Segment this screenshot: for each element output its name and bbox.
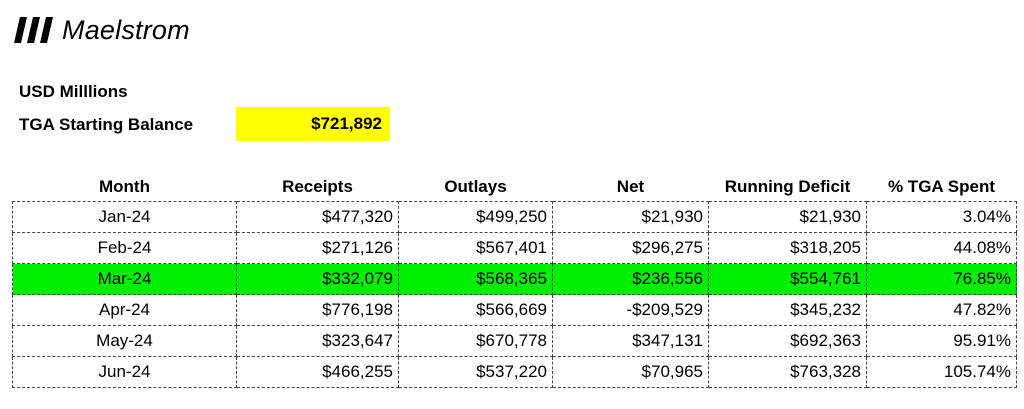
cell-receipts: $332,079 [236,263,399,295]
units-label: USD Milllions [19,82,128,101]
header-receipts: Receipts [282,177,353,196]
cell-receipts: $271,126 [236,232,399,264]
cell-pct-spent: 105.74% [866,356,1017,388]
three-slash-bars-icon [14,17,53,43]
cell-running-deficit: $554,761 [708,263,867,295]
cell-month: Jan-24 [12,201,237,233]
header-running-deficit: Running Deficit [724,177,851,196]
cell-outlays: $566,669 [398,294,553,326]
cell-running-deficit: $21,930 [708,201,867,233]
table-header-row: Month Receipts Outlays Net Running Defic… [13,173,1017,202]
header-pct-tga-spent: % TGA Spent [887,177,996,196]
cell-month: May-24 [12,325,237,357]
cell-outlays: $499,250 [398,201,553,233]
cell-net: $70,965 [552,356,709,388]
table-row: May-24 $323,647 $670,778 $347,131 $692,3… [12,325,1017,357]
cell-net: $236,556 [552,263,709,295]
cell-month: Mar-24 [12,263,237,295]
brand-name: Maelstrom [62,14,190,45]
cell-pct-spent: 3.04% [866,201,1017,233]
cell-receipts: $466,255 [236,356,399,388]
cell-pct-spent: 44.08% [866,232,1017,264]
cell-running-deficit: $345,232 [708,294,867,326]
cell-outlays: $568,365 [398,263,553,295]
cell-receipts: $776,198 [236,294,399,326]
cell-outlays: $567,401 [398,232,553,264]
header-net: Net [616,177,645,196]
cell-net: $347,131 [552,325,709,357]
cell-running-deficit: $692,363 [708,325,867,357]
cell-running-deficit: $318,205 [708,232,867,264]
cell-outlays: $670,778 [398,325,553,357]
header-outlays: Outlays [444,177,507,196]
cell-month: Feb-24 [12,232,237,264]
table-row: Apr-24 $776,198 $566,669 -$209,529 $345,… [12,294,1017,326]
table-row: Jun-24 $466,255 $537,220 $70,965 $763,32… [12,356,1017,388]
cell-pct-spent: 76.85% [866,263,1017,295]
brand-logo: Maelstrom [14,10,190,50]
cell-pct-spent: 95.91% [866,325,1017,357]
balance-label: TGA Starting Balance [19,115,194,134]
cell-receipts: $323,647 [236,325,399,357]
cell-pct-spent: 47.82% [866,294,1017,326]
table-row: Mar-24 $332,079 $568,365 $236,556 $554,7… [12,263,1017,295]
header-month: Month [99,177,150,196]
cell-receipts: $477,320 [236,201,399,233]
cell-month: Jun-24 [12,356,237,388]
table-row: Feb-24 $271,126 $567,401 $296,275 $318,2… [12,232,1017,264]
cell-net: -$209,529 [552,294,709,326]
balance-value: $721,892 [236,107,390,141]
cell-running-deficit: $763,328 [708,356,867,388]
cell-month: Apr-24 [12,294,237,326]
deficit-table-container: Month Receipts Outlays Net Running Defic… [12,173,1017,388]
cell-net: $296,275 [552,232,709,264]
table-row: Jan-24 $477,320 $499,250 $21,930 $21,930… [12,201,1017,233]
deficit-table: Month Receipts Outlays Net Running Defic… [12,173,1017,388]
cell-net: $21,930 [552,201,709,233]
cell-outlays: $537,220 [398,356,553,388]
page: Maelstrom USD Milllions TGA Starting Bal… [0,0,1024,409]
